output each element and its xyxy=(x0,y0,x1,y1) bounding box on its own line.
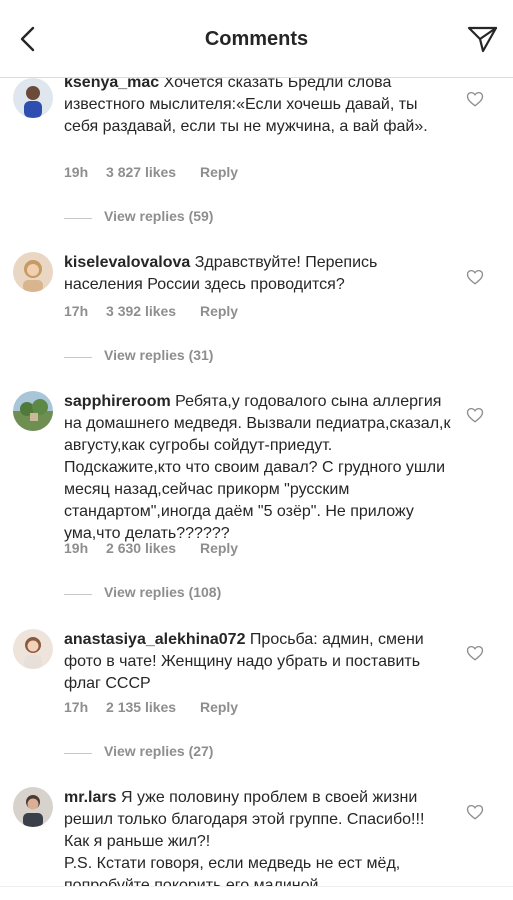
replies-divider-line xyxy=(64,753,92,754)
user-photo-icon xyxy=(13,629,53,669)
comment-body: kiselevalovalova Здравствуйте! Перепись … xyxy=(64,252,452,296)
reply-button[interactable]: Reply xyxy=(200,699,238,715)
comment-likes[interactable]: 2 135 likes xyxy=(106,699,176,715)
comment-text: Я уже половину проблем в своей жизни реш… xyxy=(64,789,425,850)
user-photo-icon xyxy=(13,78,53,118)
comment-text: Ребята,у годовалого сына аллергия на дом… xyxy=(64,393,451,542)
like-button[interactable] xyxy=(466,406,484,424)
like-button[interactable] xyxy=(466,90,484,108)
avatar[interactable] xyxy=(13,787,53,827)
reply-button[interactable]: Reply xyxy=(200,540,238,556)
paper-plane-icon xyxy=(467,26,498,53)
view-replies-label: View replies (108) xyxy=(104,584,222,600)
top-navigation-bar: Comments xyxy=(0,0,513,78)
heart-outline-icon xyxy=(466,91,484,107)
user-photo-icon xyxy=(13,391,53,431)
page-title: Comments xyxy=(204,28,309,50)
avatar[interactable] xyxy=(13,629,53,669)
comment-username[interactable]: sapphireroom xyxy=(64,393,171,410)
comment-body: anastasiya_alekhina072 Просьба: админ, с… xyxy=(64,629,452,695)
heart-outline-icon xyxy=(466,407,484,423)
heart-outline-icon xyxy=(466,804,484,820)
comment-meta: 19h 2 630 likes Reply xyxy=(64,540,258,556)
heart-outline-icon xyxy=(466,269,484,285)
view-replies-label: View replies (31) xyxy=(104,347,214,363)
like-button[interactable] xyxy=(466,644,484,662)
bottom-edge xyxy=(0,886,513,900)
heart-outline-icon xyxy=(466,645,484,661)
user-photo-icon xyxy=(13,252,53,292)
avatar[interactable] xyxy=(13,78,53,118)
comment-meta: 19h 3 827 likes Reply xyxy=(64,164,258,180)
share-button[interactable] xyxy=(465,22,499,56)
avatar[interactable] xyxy=(13,252,53,292)
comment-body: mr.lars Я уже половину проблем в своей ж… xyxy=(64,787,452,886)
comment-meta: 17h 2 135 likes Reply xyxy=(64,699,258,715)
comment-username[interactable]: ksenya_mac xyxy=(64,78,159,91)
comment-likes[interactable]: 3 392 likes xyxy=(106,303,176,319)
like-button[interactable] xyxy=(466,268,484,286)
comment-time: 17h xyxy=(64,699,89,715)
like-button[interactable] xyxy=(466,803,484,821)
replies-divider-line xyxy=(64,218,92,219)
replies-divider-line xyxy=(64,357,92,358)
avatar[interactable] xyxy=(13,391,53,431)
view-replies-label: View replies (59) xyxy=(104,208,214,224)
comment-likes[interactable]: 3 827 likes xyxy=(106,164,176,180)
comment-time: 17h xyxy=(64,303,89,319)
comment-likes[interactable]: 2 630 likes xyxy=(106,540,176,556)
comment-time: 19h xyxy=(64,164,89,180)
comment-meta: 17h 3 392 likes Reply xyxy=(64,303,258,319)
reply-button[interactable]: Reply xyxy=(200,164,238,180)
comment-time: 19h xyxy=(64,540,89,556)
comment-postscript: P.S. Кстати говоря, если медведь не ест … xyxy=(64,855,401,886)
comments-list: ksenya_mac Хочется сказать Бредли слова … xyxy=(0,78,513,886)
view-replies-label: View replies (27) xyxy=(104,743,214,759)
comment-body: sapphireroom Ребята,у годовалого сына ал… xyxy=(64,391,452,545)
comment-username[interactable]: kiselevalovalova xyxy=(64,254,190,271)
comment-username[interactable]: mr.lars xyxy=(64,789,116,806)
comment-body: ksenya_mac Хочется сказать Бредли слова … xyxy=(64,78,452,138)
comment-username[interactable]: anastasiya_alekhina072 xyxy=(64,631,245,648)
replies-divider-line xyxy=(64,594,92,595)
reply-button[interactable]: Reply xyxy=(200,303,238,319)
user-photo-icon xyxy=(13,787,53,827)
